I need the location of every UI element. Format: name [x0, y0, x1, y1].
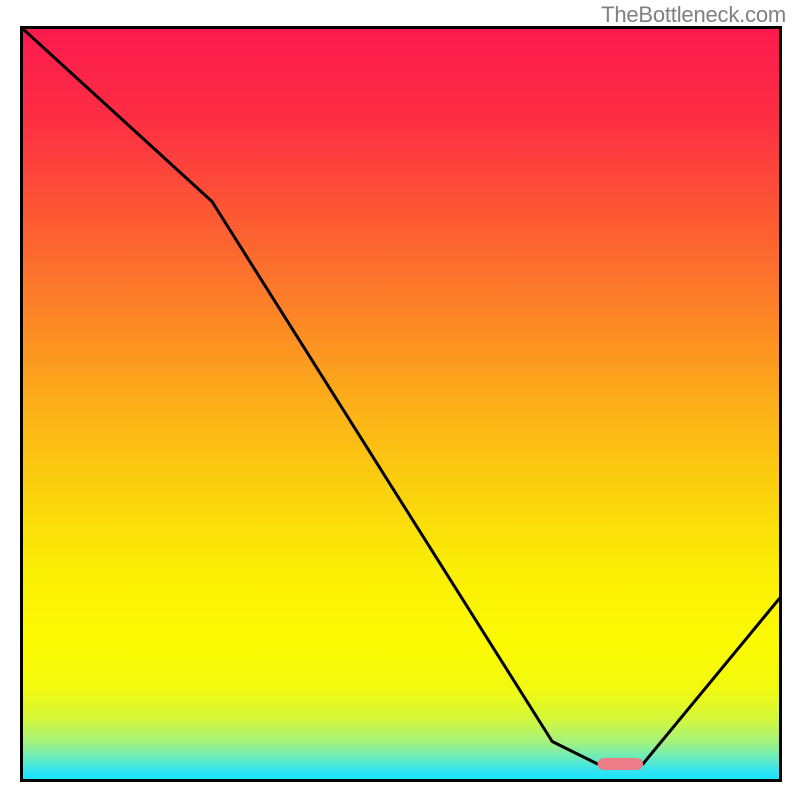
chart-svg — [23, 29, 779, 779]
watermark-label: TheBottleneck.com — [601, 2, 786, 28]
bottleneck-curve-line — [23, 29, 779, 764]
plot-area — [20, 26, 782, 782]
chart-frame: TheBottleneck.com — [0, 0, 800, 800]
plot-inner — [23, 29, 779, 779]
optimal-marker — [598, 758, 643, 770]
